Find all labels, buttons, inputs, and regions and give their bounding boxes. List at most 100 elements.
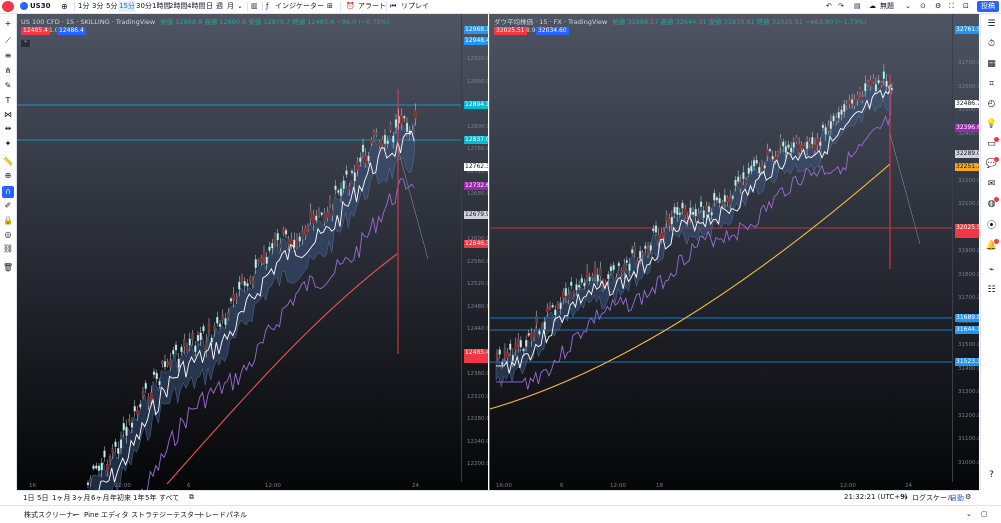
favorites-pin-icon[interactable]: ✦ bbox=[2, 138, 14, 150]
range-1y[interactable]: 1年 bbox=[133, 493, 144, 503]
fullscreen-icon[interactable]: ⛶ bbox=[949, 1, 954, 12]
magnet-icon[interactable]: ∩ bbox=[2, 186, 14, 198]
pattern-icon[interactable]: ⋈ bbox=[2, 109, 14, 121]
camera-icon[interactable]: ⊡ bbox=[963, 1, 969, 12]
sell-price-right[interactable]: 32025.51 bbox=[494, 27, 527, 35]
screener-dropdown-icon[interactable]: ⌄ bbox=[71, 510, 77, 518]
interval-5m[interactable]: 5分 bbox=[106, 1, 117, 12]
interval-week[interactable]: 週 bbox=[216, 1, 223, 12]
indicators-icon[interactable]: ƒ bbox=[266, 1, 268, 12]
data-window-icon[interactable]: ▦ bbox=[985, 58, 998, 71]
interval-day[interactable]: 日 bbox=[206, 1, 213, 12]
ideas-icon[interactable]: 💡 bbox=[985, 118, 998, 131]
alerts-clock-icon[interactable]: ⏱ bbox=[985, 38, 998, 51]
range-all[interactable]: すべて bbox=[159, 493, 179, 503]
symbol-search-button[interactable]: US30 bbox=[30, 1, 50, 12]
chart-title-right[interactable]: ダウ平均株価 · 15 · FX · TradingView bbox=[494, 18, 607, 26]
horizontal-lines-icon[interactable]: ≡ bbox=[2, 50, 14, 62]
tab-strategy-tester[interactable]: ストラテジーテスター bbox=[131, 510, 201, 520]
text-icon[interactable]: T bbox=[2, 95, 14, 107]
crosshair-icon[interactable]: + bbox=[2, 18, 14, 30]
tab-pine-editor[interactable]: Pine エディタ bbox=[84, 510, 129, 520]
publish-button[interactable]: 投稿 bbox=[977, 1, 999, 12]
range-6m[interactable]: 6ヶ月 bbox=[91, 493, 109, 503]
collapse-panel-icon[interactable]: ⌄ bbox=[966, 510, 972, 518]
hotlists-icon[interactable]: ⌗ bbox=[985, 78, 998, 91]
redo-icon[interactable]: ↷ bbox=[838, 1, 844, 12]
range-3m[interactable]: 3ヶ月 bbox=[72, 493, 90, 503]
replay-icon[interactable]: ⏮ bbox=[390, 1, 396, 12]
link-icon[interactable]: ⛓ bbox=[2, 243, 14, 255]
range-5y[interactable]: 5年 bbox=[145, 493, 156, 503]
interval-4h[interactable]: 4時間 bbox=[187, 1, 205, 12]
layout-dropdown-icon[interactable]: ⌄ bbox=[905, 1, 911, 12]
goto-date-icon[interactable]: ⧉ bbox=[189, 493, 194, 502]
user-avatar[interactable] bbox=[2, 1, 14, 12]
bar-style-icon[interactable]: ▥ bbox=[251, 1, 258, 12]
alert-icon[interactable]: ⏰ bbox=[346, 1, 355, 12]
interval-3m[interactable]: 3分 bbox=[92, 1, 103, 12]
indicators-button[interactable]: インジケーター bbox=[275, 1, 324, 12]
quick-search-icon[interactable]: ⊙ bbox=[920, 1, 926, 12]
layout-grid-icon[interactable]: ▤ bbox=[854, 1, 861, 12]
lock-icon[interactable]: 🔒 bbox=[2, 215, 14, 227]
trendline-icon[interactable]: ⟋ bbox=[2, 35, 14, 47]
stay-drawing-icon[interactable]: ✐ bbox=[2, 200, 14, 212]
maximize-panel-icon[interactable]: ▢ bbox=[981, 510, 988, 518]
chart-canvas-right[interactable] bbox=[490, 14, 979, 490]
replay-button[interactable]: リプレイ bbox=[401, 1, 429, 12]
interval-15m[interactable]: 15分 bbox=[119, 1, 135, 12]
settings-icon[interactable]: ⚙ bbox=[935, 1, 941, 12]
range-5d[interactable]: 5日 bbox=[37, 493, 48, 503]
interval-1h[interactable]: 1時間 bbox=[152, 1, 170, 12]
add-symbol-icon[interactable]: ⊕ bbox=[61, 1, 68, 12]
hide-drawings-icon[interactable]: ◎ bbox=[2, 229, 14, 241]
messages-icon[interactable]: ✉ bbox=[985, 178, 998, 191]
interval-dropdown-icon[interactable]: ⌄ bbox=[237, 1, 243, 12]
collapse-legend-icon-left[interactable]: ⌃ bbox=[21, 40, 30, 47]
pulse-icon[interactable]: ⌁ bbox=[985, 264, 998, 277]
alert-button[interactable]: アラート bbox=[358, 1, 386, 12]
ruler-icon[interactable]: 📏 bbox=[2, 156, 14, 168]
interval-30m[interactable]: 30分 bbox=[136, 1, 152, 12]
percent-toggle[interactable]: % bbox=[901, 493, 908, 501]
calendar-icon[interactable]: ◴ bbox=[985, 98, 998, 111]
measure-ruler-icon[interactable]: ⇹ bbox=[2, 123, 14, 135]
chat-icon[interactable]: 💬 bbox=[985, 157, 999, 171]
templates-icon[interactable]: ⊞ bbox=[327, 1, 333, 12]
price-axis-right[interactable] bbox=[952, 14, 953, 482]
chart-pane-right[interactable]: ダウ平均株価 · 15 · FX · TradingView 始値 31888.… bbox=[489, 14, 979, 490]
range-1d[interactable]: 1日 bbox=[23, 493, 34, 503]
tab-trade-panel[interactable]: トレードパネル bbox=[198, 510, 247, 520]
chart-pane-left[interactable]: US 100 CFD · 15 · SKILLING · TradingView… bbox=[17, 14, 488, 490]
range-1m[interactable]: 1ヶ月 bbox=[52, 493, 70, 503]
price-axis-left[interactable] bbox=[461, 14, 462, 482]
layers-icon[interactable]: ☷ bbox=[985, 284, 998, 297]
pitchfork-icon[interactable]: ⋔ bbox=[2, 65, 14, 77]
undo-icon[interactable]: ↶ bbox=[826, 1, 832, 12]
broadcast-icon[interactable]: ⦿ bbox=[985, 220, 998, 233]
chart-title-left[interactable]: US 100 CFD · 15 · SKILLING · TradingView bbox=[21, 18, 155, 26]
cloud-save-icon[interactable]: ☁ bbox=[869, 1, 876, 12]
range-ytd[interactable]: 年初来 bbox=[110, 493, 131, 503]
interval-month[interactable]: 月 bbox=[227, 1, 234, 12]
news-icon[interactable]: ▭ bbox=[985, 137, 999, 151]
layout-name-button[interactable]: 無題 bbox=[880, 1, 894, 12]
trash-icon[interactable]: 🗑 bbox=[2, 262, 14, 274]
chart-canvas-left[interactable] bbox=[17, 14, 488, 490]
streams-icon[interactable]: ◍ bbox=[985, 197, 999, 211]
auto-scale-toggle[interactable]: 自動 bbox=[950, 493, 964, 503]
interval-1m[interactable]: 1分 bbox=[78, 1, 89, 12]
log-scale-toggle[interactable]: ログスケール bbox=[912, 493, 954, 503]
interval-2h[interactable]: 2時間 bbox=[169, 1, 187, 12]
zoom-icon[interactable]: ⊕ bbox=[2, 170, 14, 182]
notifications-bell-icon[interactable]: 🔔 bbox=[985, 239, 999, 253]
buy-price-right[interactable]: 32034.60 bbox=[536, 27, 569, 35]
watchlist-icon[interactable]: ☰ bbox=[985, 18, 998, 31]
chart-settings-icon[interactable]: ⚙ bbox=[965, 493, 971, 501]
buy-price-left[interactable]: 12486.4 bbox=[57, 27, 86, 35]
help-icon[interactable]: ? bbox=[985, 469, 998, 482]
sell-price-left[interactable]: 12485.4 bbox=[21, 27, 50, 35]
brush-icon[interactable]: ✎ bbox=[2, 80, 14, 92]
clock-time[interactable]: 21:32:21 (UTC+9) bbox=[844, 493, 907, 501]
